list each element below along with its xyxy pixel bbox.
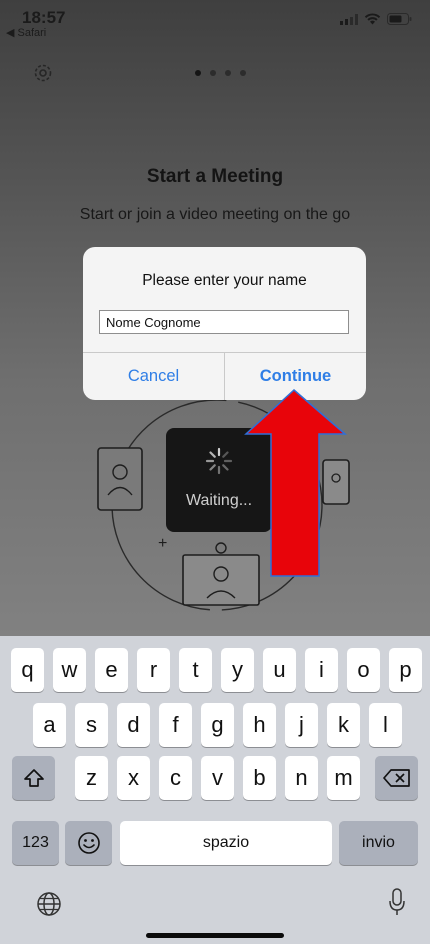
key-b[interactable]: b	[243, 756, 276, 800]
key-j[interactable]: j	[285, 703, 318, 747]
battery-icon	[387, 13, 412, 25]
emoji-key[interactable]	[65, 821, 112, 865]
microphone-icon[interactable]	[388, 887, 406, 917]
page-indicator	[195, 70, 246, 76]
svg-text:+: +	[158, 535, 167, 552]
key-k[interactable]: k	[327, 703, 360, 747]
key-g[interactable]: g	[201, 703, 234, 747]
key-c[interactable]: c	[159, 756, 192, 800]
key-m[interactable]: m	[327, 756, 360, 800]
page-dot	[240, 70, 246, 76]
status-icons	[340, 13, 412, 25]
enter-name-dialog: Please enter your name Cancel Continue	[83, 247, 366, 400]
status-bar: 18:57 ◀ Safari	[0, 0, 430, 40]
cancel-button[interactable]: Cancel	[83, 353, 224, 400]
key-t[interactable]: t	[179, 648, 212, 692]
key-a[interactable]: a	[33, 703, 66, 747]
key-e[interactable]: e	[95, 648, 128, 692]
key-l[interactable]: l	[369, 703, 402, 747]
backspace-icon	[382, 769, 410, 787]
shift-key[interactable]	[12, 756, 55, 800]
key-d[interactable]: d	[117, 703, 150, 747]
home-indicator[interactable]	[146, 933, 284, 938]
wifi-icon	[364, 13, 381, 25]
cellular-signal-icon	[340, 13, 358, 25]
status-time: 18:57	[22, 8, 66, 27]
key-y[interactable]: y	[221, 648, 254, 692]
key-v[interactable]: v	[201, 756, 234, 800]
shift-icon	[23, 769, 44, 787]
key-x[interactable]: x	[117, 756, 150, 800]
key-o[interactable]: o	[347, 648, 380, 692]
key-w[interactable]: w	[53, 648, 86, 692]
backspace-key[interactable]	[375, 756, 418, 800]
key-s[interactable]: s	[75, 703, 108, 747]
onboarding-headline: Start a Meeting	[146, 166, 284, 187]
page-dot	[225, 70, 231, 76]
page-dot	[195, 70, 201, 76]
key-i[interactable]: i	[305, 648, 338, 692]
zoom-app-screen: 18:57 ◀ Safari Start a Meeting Start or …	[0, 0, 430, 636]
key-r[interactable]: r	[137, 648, 170, 692]
back-to-safari-link[interactable]: ◀ Safari	[6, 26, 46, 39]
settings-gear-icon[interactable]	[32, 62, 54, 84]
onboarding-subline: Start or join a video meeting on the go	[79, 206, 351, 223]
key-u[interactable]: u	[263, 648, 296, 692]
red-arrow-annotation	[244, 388, 348, 577]
key-q[interactable]: q	[11, 648, 44, 692]
globe-icon[interactable]	[36, 891, 62, 917]
key-h[interactable]: h	[243, 703, 276, 747]
ios-keyboard: qwertyuiop asdfghjkl zxcvbnm 123 spazio …	[0, 636, 430, 944]
space-key[interactable]: spazio	[120, 821, 332, 865]
page-dot	[210, 70, 216, 76]
key-f[interactable]: f	[159, 703, 192, 747]
tablet-icon	[97, 447, 143, 511]
key-p[interactable]: p	[389, 648, 422, 692]
key-n[interactable]: n	[285, 756, 318, 800]
return-key[interactable]: invio	[339, 821, 418, 865]
numbers-key[interactable]: 123	[12, 821, 59, 865]
dialog-title: Please enter your name	[142, 272, 307, 289]
loading-spinner-icon	[205, 447, 233, 475]
name-input[interactable]	[99, 310, 349, 334]
key-z[interactable]: z	[75, 756, 108, 800]
emoji-icon	[77, 832, 100, 854]
